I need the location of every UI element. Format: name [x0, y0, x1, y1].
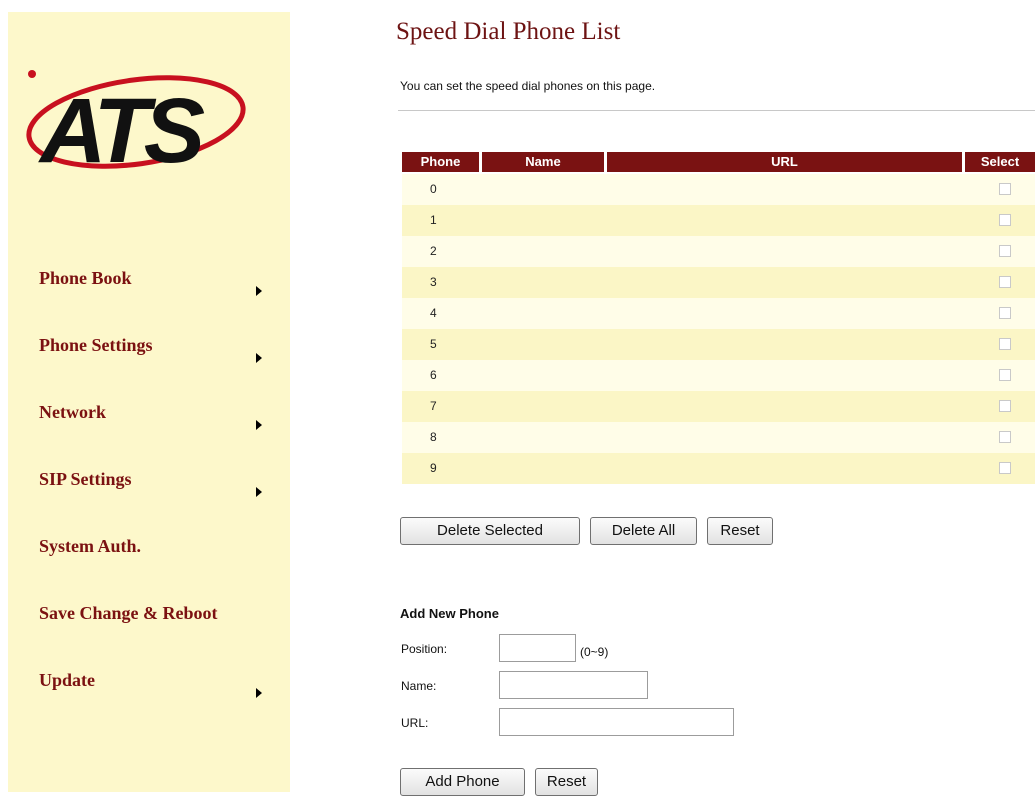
- svg-text:ATS: ATS: [38, 80, 205, 182]
- phone-index: 6: [430, 368, 437, 382]
- nav-label: Network: [39, 402, 106, 422]
- nav-system-auth[interactable]: System Auth.: [8, 536, 290, 592]
- sidebar: ATS Phone Book Phone Settings Network SI…: [8, 12, 290, 792]
- arrow-right-icon: [256, 286, 262, 296]
- position-input[interactable]: [499, 634, 576, 662]
- select-checkbox[interactable]: [999, 245, 1011, 257]
- table-row: 7: [402, 391, 1035, 422]
- phone-index: 8: [430, 430, 437, 444]
- select-checkbox[interactable]: [999, 369, 1011, 381]
- phone-index: 1: [430, 213, 437, 227]
- column-header-name: Name: [482, 152, 604, 172]
- arrow-right-icon: [256, 420, 262, 430]
- table-row: 9: [402, 453, 1035, 484]
- page-description: You can set the speed dial phones on thi…: [400, 79, 656, 93]
- name-input[interactable]: [499, 671, 648, 699]
- nav-update[interactable]: Update: [8, 670, 290, 726]
- phone-index: 5: [430, 337, 437, 351]
- nav-phone-settings[interactable]: Phone Settings: [8, 335, 290, 391]
- delete-all-button[interactable]: Delete All: [590, 517, 697, 545]
- table-row: 1: [402, 205, 1035, 236]
- table-row: 5: [402, 329, 1035, 360]
- select-checkbox[interactable]: [999, 462, 1011, 474]
- phone-index: 9: [430, 461, 437, 475]
- column-header-phone: Phone: [402, 152, 479, 172]
- table-row: 2: [402, 236, 1035, 267]
- phone-index: 0: [430, 182, 437, 196]
- table-header: Phone Name URL Select: [402, 152, 1035, 172]
- position-range-hint: (0~9): [580, 645, 609, 659]
- select-checkbox[interactable]: [999, 307, 1011, 319]
- table-row: 3: [402, 267, 1035, 298]
- nav-label: Phone Book: [39, 268, 132, 288]
- arrow-right-icon: [256, 688, 262, 698]
- phone-index: 3: [430, 275, 437, 289]
- select-checkbox[interactable]: [999, 431, 1011, 443]
- table-row: 6: [402, 360, 1035, 391]
- arrow-right-icon: [256, 487, 262, 497]
- nav-phone-book[interactable]: Phone Book: [8, 268, 290, 324]
- position-label: Position:: [401, 642, 448, 656]
- nav-network[interactable]: Network: [8, 402, 290, 458]
- phone-index: 4: [430, 306, 437, 320]
- name-label: Name:: [401, 679, 437, 693]
- nav-sip-settings[interactable]: SIP Settings: [8, 469, 290, 525]
- column-header-select: Select: [965, 152, 1035, 172]
- table-row: 4: [402, 298, 1035, 329]
- url-input[interactable]: [499, 708, 734, 736]
- delete-selected-button[interactable]: Delete Selected: [400, 517, 580, 545]
- phone-index: 7: [430, 399, 437, 413]
- table-row: 0: [402, 174, 1035, 205]
- nav-label: System Auth.: [39, 536, 142, 556]
- select-checkbox[interactable]: [999, 338, 1011, 350]
- reset-table-button[interactable]: Reset: [707, 517, 773, 545]
- nav-label: Phone Settings: [39, 335, 153, 355]
- page-title: Speed Dial Phone List: [396, 18, 621, 45]
- select-checkbox[interactable]: [999, 276, 1011, 288]
- nav-save-change-reboot[interactable]: Save Change & Reboot: [8, 603, 290, 659]
- select-checkbox[interactable]: [999, 183, 1011, 195]
- url-label: URL:: [401, 716, 429, 730]
- phone-index: 2: [430, 244, 437, 258]
- nav-label: SIP Settings: [39, 469, 132, 489]
- add-phone-heading: Add New Phone: [400, 606, 499, 621]
- nav-label: Save Change & Reboot: [39, 603, 218, 623]
- table-row: 8: [402, 422, 1035, 453]
- select-checkbox[interactable]: [999, 400, 1011, 412]
- nav-label: Update: [39, 670, 96, 690]
- select-checkbox[interactable]: [999, 214, 1011, 226]
- arrow-right-icon: [256, 353, 262, 363]
- column-header-url: URL: [607, 152, 962, 172]
- ats-logo: ATS: [26, 70, 246, 182]
- divider: [398, 110, 1035, 111]
